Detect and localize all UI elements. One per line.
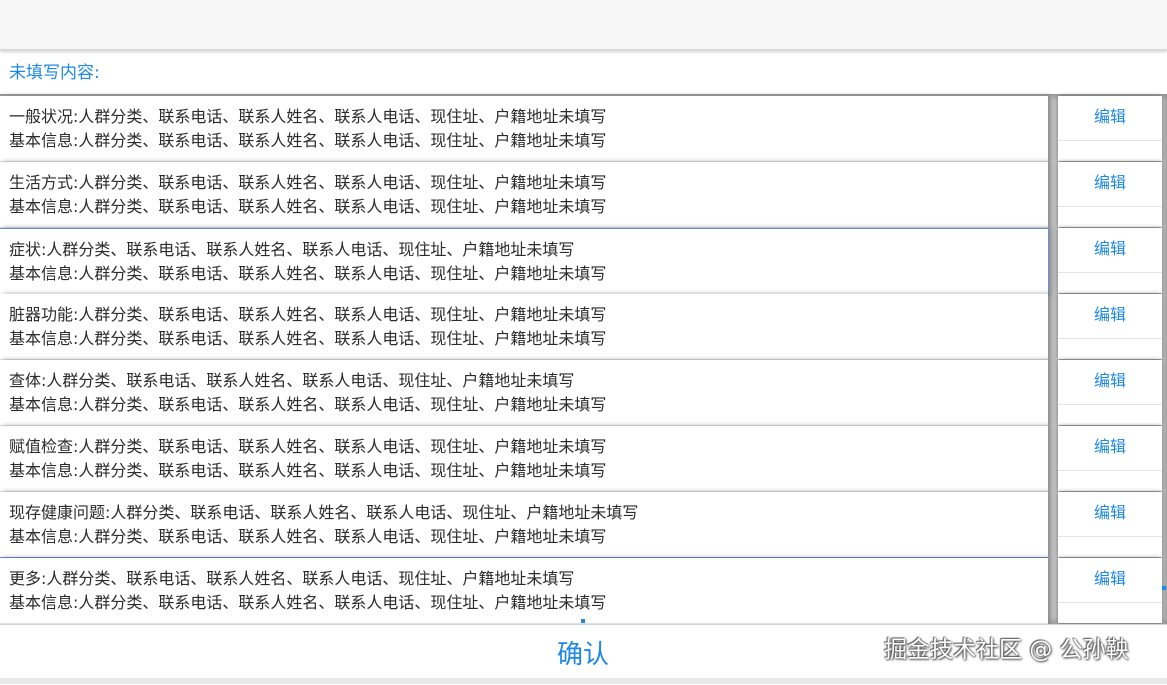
list-item: 生活方式:人群分类、联系电话、联系人姓名、联系人电话、现住址、户籍地址未填写 基… <box>0 162 1167 228</box>
section-summary: 脏器功能:人群分类、联系电话、联系人姓名、联系人电话、现住址、户籍地址未填写 <box>9 305 607 324</box>
scroll-indicator <box>1162 586 1166 590</box>
confirm-button[interactable]: 确认 <box>533 635 633 675</box>
list-item-content: 现存健康问题:人群分类、联系电话、联系人姓名、联系人电话、现住址、户籍地址未填写… <box>0 492 1048 558</box>
basic-info-summary: 基本信息:人群分类、联系电话、联系人姓名、联系人电话、现住址、户籍地址未填写 <box>9 527 607 546</box>
list-item-content: 赋值检查:人群分类、联系电话、联系人姓名、联系人电话、现住址、户籍地址未填写 基… <box>0 426 1048 492</box>
list-item-action-cell: 编辑 <box>1058 426 1162 491</box>
section-summary: 更多:人群分类、联系电话、联系人姓名、联系人电话、现住址、户籍地址未填写 <box>9 569 575 588</box>
list-item: 现存健康问题:人群分类、联系电话、联系人姓名、联系人电话、现住址、户籍地址未填写… <box>0 492 1167 558</box>
divider <box>1058 536 1162 537</box>
unfilled-items-list: 一般状况:人群分类、联系电话、联系人姓名、联系人电话、现住址、户籍地址未填写 基… <box>0 96 1167 624</box>
unfilled-content-label: 未填写内容: <box>9 63 100 83</box>
watermark: 掘金技术社区 @ 公孙鞅 <box>884 637 1129 663</box>
divider <box>1058 272 1162 273</box>
section-summary: 一般状况:人群分类、联系电话、联系人姓名、联系人电话、现住址、户籍地址未填写 <box>9 107 607 126</box>
section-summary: 症状:人群分类、联系电话、联系人姓名、联系人电话、现住址、户籍地址未填写 <box>9 240 575 259</box>
list-item: 查体:人群分类、联系电话、联系人姓名、联系人电话、现住址、户籍地址未填写 基本信… <box>0 360 1167 426</box>
list-item: 症状:人群分类、联系电话、联系人姓名、联系人电话、现住址、户籍地址未填写 基本信… <box>0 228 1167 295</box>
list-item-action-cell: 编辑 <box>1058 162 1162 227</box>
divider <box>1058 140 1162 141</box>
basic-info-summary: 基本信息:人群分类、联系电话、联系人姓名、联系人电话、现住址、户籍地址未填写 <box>9 395 607 414</box>
basic-info-summary: 基本信息:人群分类、联系电话、联系人姓名、联系人电话、现住址、户籍地址未填写 <box>9 131 607 150</box>
section-summary: 查体:人群分类、联系电话、联系人姓名、联系人电话、现住址、户籍地址未填写 <box>9 371 575 390</box>
basic-info-summary: 基本信息:人群分类、联系电话、联系人姓名、联系人电话、现住址、户籍地址未填写 <box>9 197 607 216</box>
divider <box>1058 338 1162 339</box>
section-summary: 生活方式:人群分类、联系电话、联系人姓名、联系人电话、现住址、户籍地址未填写 <box>9 173 607 192</box>
list-item: 更多:人群分类、联系电话、联系人姓名、联系人电话、现住址、户籍地址未填写 基本信… <box>0 558 1167 624</box>
list-item-action-cell: 编辑 <box>1058 294 1162 359</box>
edit-button[interactable]: 编辑 <box>1058 568 1162 590</box>
basic-info-summary: 基本信息:人群分类、联系电话、联系人姓名、联系人电话、现住址、户籍地址未填写 <box>9 461 607 480</box>
edit-button[interactable]: 编辑 <box>1058 304 1162 326</box>
top-bar <box>0 0 1167 50</box>
list-item-action-cell: 编辑 <box>1058 360 1162 425</box>
footer-bar: 确认 掘金技术社区 @ 公孙鞅 <box>0 624 1167 685</box>
list-item-action-cell: 编辑 <box>1058 558 1162 623</box>
list-item-action-cell: 编辑 <box>1058 492 1162 557</box>
edit-button[interactable]: 编辑 <box>1058 238 1162 260</box>
list-item-content: 脏器功能:人群分类、联系电话、联系人姓名、联系人电话、现住址、户籍地址未填写 基… <box>0 294 1048 360</box>
divider <box>1058 470 1162 471</box>
divider <box>1058 602 1162 603</box>
list-item-content: 一般状况:人群分类、联系电话、联系人姓名、联系人电话、现住址、户籍地址未填写 基… <box>0 96 1048 162</box>
list-item: 赋值检查:人群分类、联系电话、联系人姓名、联系人电话、现住址、户籍地址未填写 基… <box>0 426 1167 492</box>
list-item-action-cell: 编辑 <box>1058 228 1162 293</box>
basic-info-summary: 基本信息:人群分类、联系电话、联系人姓名、联系人电话、现住址、户籍地址未填写 <box>9 593 607 612</box>
bottom-edge <box>0 678 1167 684</box>
list-item: 脏器功能:人群分类、联系电话、联系人姓名、联系人电话、现住址、户籍地址未填写 基… <box>0 294 1167 360</box>
list-item: 一般状况:人群分类、联系电话、联系人姓名、联系人电话、现住址、户籍地址未填写 基… <box>0 96 1167 162</box>
edit-button[interactable]: 编辑 <box>1058 502 1162 524</box>
edit-button[interactable]: 编辑 <box>1058 370 1162 392</box>
list-item-content: 查体:人群分类、联系电话、联系人姓名、联系人电话、现住址、户籍地址未填写 基本信… <box>0 360 1048 426</box>
edit-button[interactable]: 编辑 <box>1058 172 1162 194</box>
list-item-content: 症状:人群分类、联系电话、联系人姓名、联系人电话、现住址、户籍地址未填写 基本信… <box>0 228 1049 295</box>
scroll-indicator <box>581 619 585 623</box>
basic-info-summary: 基本信息:人群分类、联系电话、联系人姓名、联系人电话、现住址、户籍地址未填写 <box>9 264 607 283</box>
divider <box>1058 206 1162 207</box>
basic-info-summary: 基本信息:人群分类、联系电话、联系人姓名、联系人电话、现住址、户籍地址未填写 <box>9 329 607 348</box>
divider <box>1058 404 1162 405</box>
edit-button[interactable]: 编辑 <box>1058 106 1162 128</box>
section-summary: 赋值检查:人群分类、联系电话、联系人姓名、联系人电话、现住址、户籍地址未填写 <box>9 437 607 456</box>
list-item-content: 更多:人群分类、联系电话、联系人姓名、联系人电话、现住址、户籍地址未填写 基本信… <box>0 558 1048 624</box>
section-summary: 现存健康问题:人群分类、联系电话、联系人姓名、联系人电话、现住址、户籍地址未填写 <box>9 503 639 522</box>
list-item-action-cell: 编辑 <box>1058 96 1162 161</box>
edit-button[interactable]: 编辑 <box>1058 436 1162 458</box>
list-item-content: 生活方式:人群分类、联系电话、联系人姓名、联系人电话、现住址、户籍地址未填写 基… <box>0 162 1048 228</box>
